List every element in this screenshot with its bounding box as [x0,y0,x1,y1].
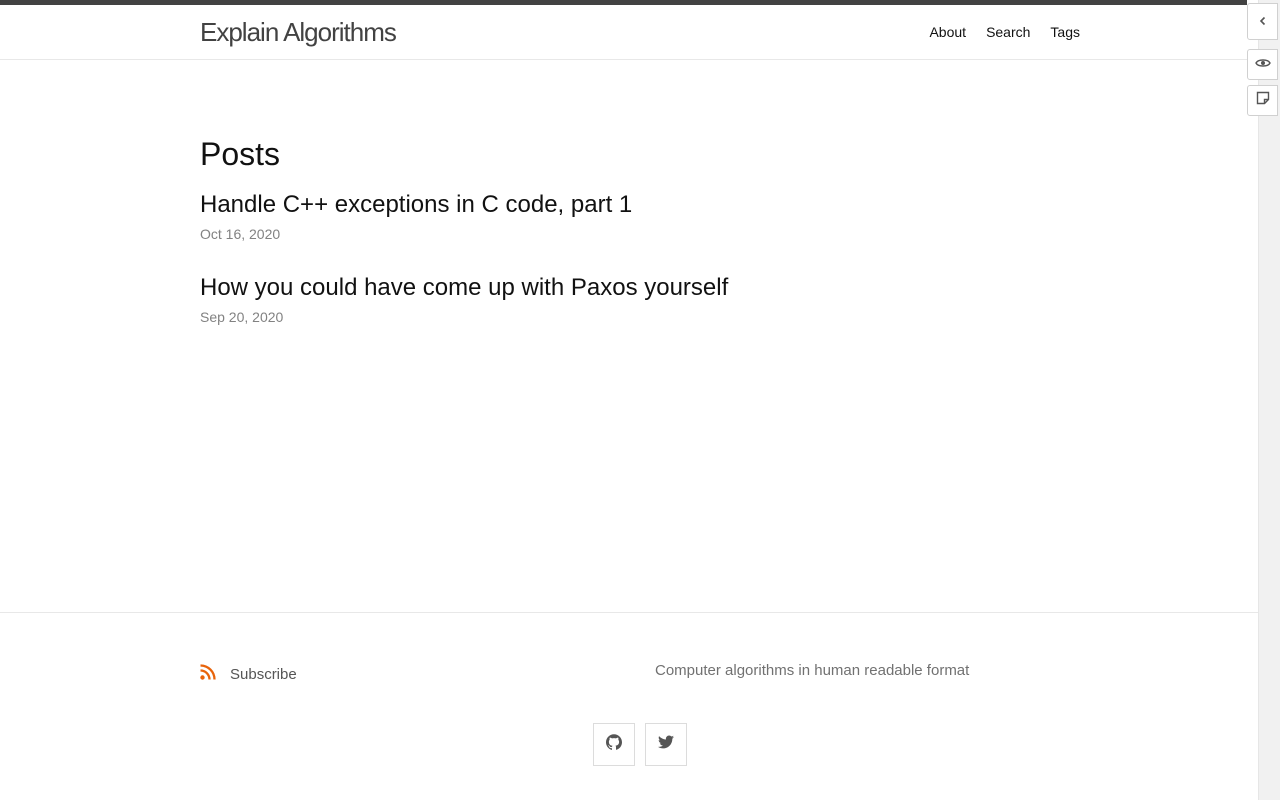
github-icon [606,734,622,755]
site-nav: About Search Tags [929,23,1080,41]
subscribe-link[interactable]: Subscribe [200,664,297,685]
nav-tags-link[interactable]: Tags [1050,23,1080,41]
social-links [593,723,687,766]
main-content: Posts Handle C++ exceptions in C code, p… [200,136,1080,356]
site-footer: Subscribe Computer algorithms in human r… [0,612,1258,800]
rss-icon [200,664,216,685]
eye-icon [1254,56,1271,74]
chevron-left-icon [1258,13,1268,31]
post-title-link[interactable]: Handle C++ exceptions in C code, part 1 [200,190,1080,220]
nav-search-link[interactable]: Search [986,23,1030,41]
post-date: Sep 20, 2020 [200,309,284,325]
post-list: Handle C++ exceptions in C code, part 1 … [200,190,1080,326]
post-list-item: How you could have come up with Paxos yo… [200,273,1080,326]
twitter-icon [658,735,674,754]
notes-button[interactable] [1247,85,1278,116]
page-scrollbar[interactable] [1258,0,1280,800]
page-heading: Posts [200,136,281,172]
nav-about-link[interactable]: About [929,23,966,41]
post-date: Oct 16, 2020 [200,226,281,242]
preview-button[interactable] [1247,49,1278,80]
site-description: Computer algorithms in human readable fo… [655,662,970,679]
collapse-panel-button[interactable] [1247,3,1278,40]
subscribe-label: Subscribe [230,666,297,683]
post-list-item: Handle C++ exceptions in C code, part 1 … [200,190,1080,243]
post-title-link[interactable]: How you could have come up with Paxos yo… [200,273,1080,303]
github-link[interactable] [593,723,635,766]
sticky-note-icon [1256,91,1270,110]
twitter-link[interactable] [645,723,687,766]
site-header: Explain Algorithms About Search Tags [0,5,1258,60]
site-title-link[interactable]: Explain Algorithms [200,17,397,47]
page: Explain Algorithms About Search Tags Pos… [0,0,1280,800]
